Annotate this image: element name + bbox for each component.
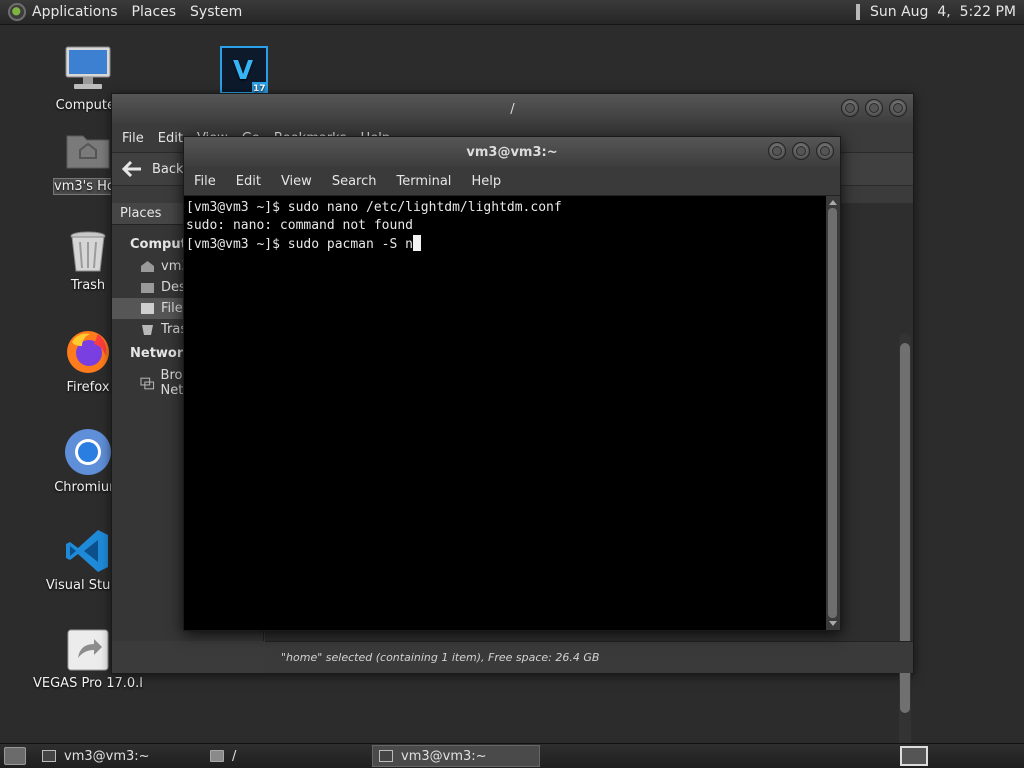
computer-monitor-icon <box>65 46 111 89</box>
close-button[interactable] <box>889 99 907 117</box>
minimize-button[interactable] <box>841 99 859 117</box>
menu-view[interactable]: View <box>281 174 312 189</box>
menu-file[interactable]: File <box>194 174 216 189</box>
chromium-icon <box>65 429 111 475</box>
file-manager-titlebar[interactable]: / <box>112 94 913 124</box>
trash-small-icon <box>142 325 153 335</box>
terminal-line: [vm3@vm3 ~]$ sudo nano /etc/lightdm/ligh… <box>186 200 562 215</box>
vscode-icon <box>66 530 108 572</box>
menu-edit[interactable]: Edit <box>158 131 183 146</box>
minimize-button[interactable] <box>768 142 786 160</box>
bottom-panel: vm3@vm3:~ / vm3@vm3:~ <box>0 743 1024 768</box>
firefox-icon <box>67 331 109 373</box>
scrollbar-thumb[interactable] <box>828 208 837 618</box>
drive-icon <box>141 303 154 314</box>
network-icon <box>140 377 155 389</box>
task-label: / <box>232 748 237 764</box>
menu-system[interactable]: System <box>190 4 242 20</box>
terminal-icon <box>42 750 56 762</box>
home-folder-icon <box>66 135 110 169</box>
window-title: / <box>510 101 515 117</box>
terminal-scrollbar[interactable] <box>826 196 840 630</box>
scroll-up-arrow-icon[interactable] <box>829 200 837 205</box>
menu-terminal[interactable]: Terminal <box>396 174 451 189</box>
trash-icon <box>70 231 106 272</box>
taskbar-item-terminal-1[interactable]: vm3@vm3:~ <box>36 745 204 767</box>
back-label: Back <box>152 161 184 177</box>
terminal-icon <box>379 750 393 762</box>
menu-places[interactable]: Places <box>132 4 177 20</box>
svg-text:V: V <box>233 56 253 86</box>
desktop-folder-icon <box>141 283 154 293</box>
back-button[interactable]: Back <box>122 161 184 177</box>
menu-file[interactable]: File <box>122 131 144 146</box>
window-title: vm3@vm3:~ <box>466 144 558 160</box>
task-label: vm3@vm3:~ <box>401 748 487 764</box>
desktop-icon-label: VEGAS Pro 17.0.lnk <box>33 676 143 691</box>
back-arrow-icon <box>122 161 141 177</box>
terminal-menubar: File Edit View Search Terminal Help <box>184 167 840 196</box>
folder-icon <box>210 750 224 762</box>
file-manager-statusbar: "home" selected (containing 1 item), Fre… <box>265 641 913 673</box>
terminal-line: sudo: nano: command not found <box>186 218 413 233</box>
scroll-down-arrow-icon[interactable] <box>829 621 837 626</box>
task-label: vm3@vm3:~ <box>64 748 150 764</box>
show-desktop-button[interactable] <box>4 747 26 765</box>
places-label: Places <box>120 206 162 221</box>
panel-separator <box>856 4 860 20</box>
terminal-window[interactable]: vm3@vm3:~ File Edit View Search Terminal… <box>183 136 841 631</box>
menu-edit[interactable]: Edit <box>236 174 261 189</box>
terminal-line-text: [vm3@vm3 ~]$ sudo pacman -S n <box>186 237 413 252</box>
terminal-titlebar[interactable]: vm3@vm3:~ <box>184 137 840 167</box>
status-text: "home" selected (containing 1 item), Fre… <box>281 651 600 664</box>
text-cursor <box>412 235 421 251</box>
workspace-switcher[interactable] <box>900 746 928 766</box>
terminal-output[interactable]: [vm3@vm3 ~]$ sudo nano /etc/lightdm/ligh… <box>184 196 826 630</box>
distro-logo-icon[interactable] <box>8 3 26 21</box>
taskbar-item-terminal-2[interactable]: vm3@vm3:~ <box>372 745 540 767</box>
menu-applications[interactable]: Applications <box>32 4 118 20</box>
terminal-prompt-line: [vm3@vm3 ~]$ sudo pacman -S n <box>186 235 824 254</box>
maximize-button[interactable] <box>865 99 883 117</box>
menu-search[interactable]: Search <box>332 174 377 189</box>
close-button[interactable] <box>816 142 834 160</box>
desktop-icon-vegas[interactable]: V 17 <box>189 46 299 94</box>
top-panel: Applications Places System Sun Aug 4, 5:… <box>0 0 1024 25</box>
taskbar-item-file-manager[interactable]: / <box>204 745 372 767</box>
menu-help[interactable]: Help <box>471 174 501 189</box>
shortcut-icon <box>67 629 109 671</box>
clock-area[interactable]: Sun Aug 4, 5:22 PM <box>856 4 1024 20</box>
file-manager-scrollbar[interactable] <box>899 333 911 753</box>
vegas-pro-17-icon: V 17 <box>220 46 268 94</box>
clock[interactable]: Sun Aug 4, 5:22 PM <box>870 4 1016 20</box>
maximize-button[interactable] <box>792 142 810 160</box>
home-icon <box>141 261 154 272</box>
